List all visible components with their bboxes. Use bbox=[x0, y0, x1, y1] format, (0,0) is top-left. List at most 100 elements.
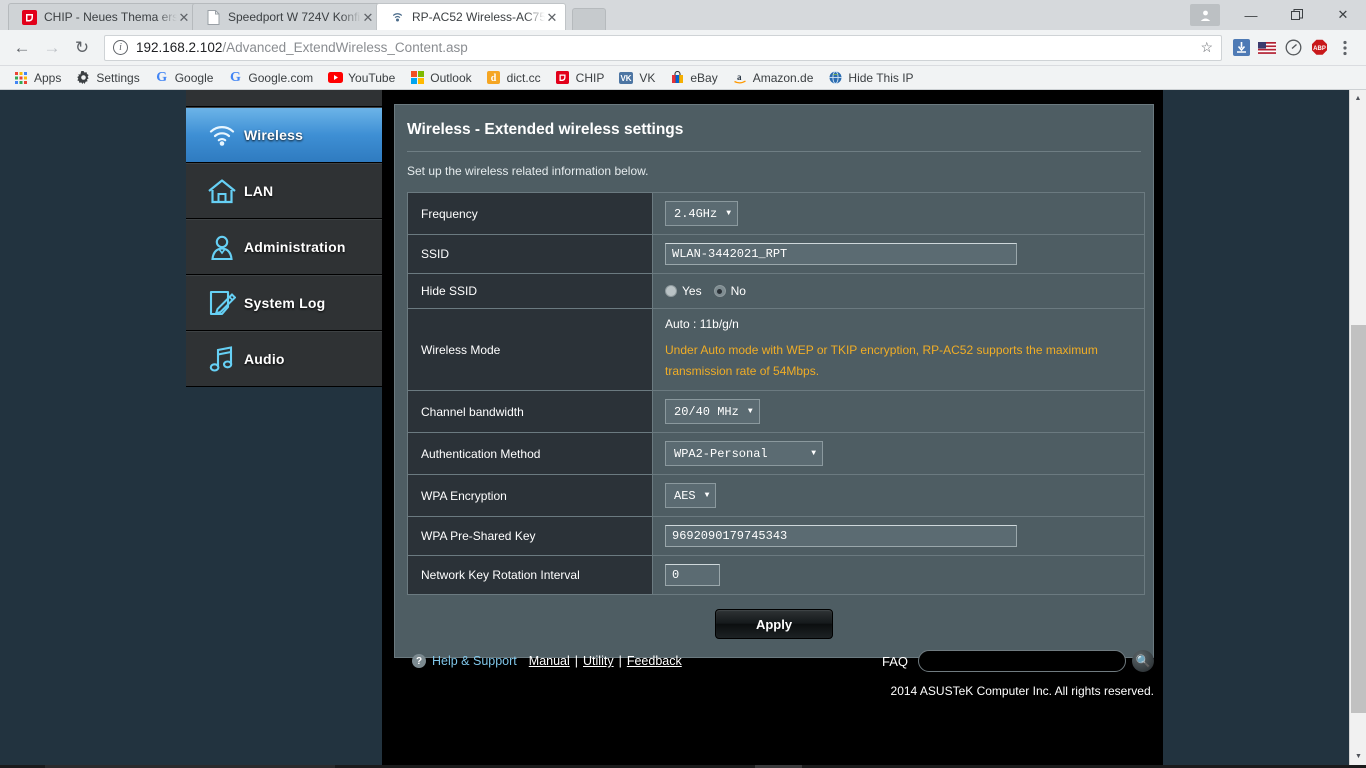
chip-icon bbox=[21, 9, 37, 25]
scrollbar-thumb[interactable] bbox=[1351, 325, 1366, 713]
bookmark-label: eBay bbox=[690, 70, 718, 85]
label-key-rotation: Network Key Rotation Interval bbox=[407, 555, 653, 595]
bookmark-vk[interactable]: VK VK bbox=[611, 67, 662, 89]
vk-icon: VK bbox=[618, 70, 634, 86]
profile-avatar[interactable] bbox=[1190, 4, 1220, 26]
chevron-down-icon: ▼ bbox=[704, 491, 710, 500]
site-info-icon[interactable]: i bbox=[113, 40, 128, 55]
radio-label-yes: Yes bbox=[682, 284, 702, 298]
new-tab-button[interactable] bbox=[572, 8, 606, 30]
scroll-up-icon[interactable]: ▲ bbox=[1350, 90, 1366, 107]
google-g-icon: G bbox=[156, 69, 168, 85]
search-icon[interactable]: 🔍 bbox=[1132, 650, 1154, 672]
bookmark-hide-this-ip[interactable]: Hide This IP bbox=[820, 67, 920, 89]
page-scrollbar[interactable]: ▲ ▼ bbox=[1349, 90, 1366, 765]
svg-text:d: d bbox=[491, 73, 497, 84]
close-icon[interactable]: ✕ bbox=[177, 11, 191, 24]
page-viewport: Wireless LAN Administration System Log A… bbox=[0, 90, 1366, 765]
bookmark-label: Hide This IP bbox=[848, 70, 914, 85]
manual-link[interactable]: Manual bbox=[529, 654, 570, 668]
close-icon[interactable]: ✕ bbox=[545, 11, 559, 24]
close-icon[interactable]: ✕ bbox=[361, 11, 375, 24]
download-icon[interactable] bbox=[1228, 35, 1254, 61]
bookmark-amazon[interactable]: a Amazon.de bbox=[725, 67, 821, 89]
sidebar-item-administration[interactable]: Administration bbox=[186, 219, 382, 275]
footer-separator: | bbox=[574, 654, 579, 668]
router-content-area: Wireless - Extended wireless settings Se… bbox=[382, 90, 1163, 765]
adblock-plus-icon[interactable]: ABP bbox=[1306, 35, 1332, 61]
sidebar-item-partial-above[interactable] bbox=[186, 90, 382, 107]
close-button[interactable]: ✕ bbox=[1320, 0, 1366, 30]
youtube-icon bbox=[327, 70, 343, 86]
bookmark-outlook[interactable]: Outlook bbox=[402, 67, 478, 89]
browser-tab-1[interactable]: Speedport W 724V Konfi ✕ bbox=[192, 3, 382, 30]
bookmark-label: Apps bbox=[34, 70, 62, 85]
browser-tab-label: CHIP - Neues Thema erst bbox=[44, 10, 177, 24]
sidebar-item-wireless[interactable]: Wireless bbox=[186, 107, 396, 163]
flag-us-icon[interactable] bbox=[1254, 35, 1280, 61]
bookmark-star-icon[interactable]: ☆ bbox=[1200, 39, 1213, 56]
bookmark-youtube[interactable]: YouTube bbox=[320, 67, 402, 89]
minimize-button[interactable]: — bbox=[1228, 0, 1274, 30]
frequency-select[interactable]: 2.4GHz ▼ bbox=[665, 201, 739, 226]
label-auth-method: Authentication Method bbox=[407, 432, 653, 475]
bookmark-google[interactable]: G Google bbox=[147, 67, 221, 89]
scroll-down-icon[interactable]: ▼ bbox=[1350, 748, 1366, 765]
browser-tab-0[interactable]: CHIP - Neues Thema erst ✕ bbox=[8, 3, 198, 30]
reload-icon[interactable]: ↻ bbox=[68, 34, 96, 62]
hide-ssid-radio-yes[interactable]: Yes bbox=[665, 284, 702, 298]
label-hide-ssid: Hide SSID bbox=[407, 273, 653, 309]
value-auth-method: WPA2-Personal ▼ bbox=[652, 432, 1145, 475]
channel-bandwidth-select[interactable]: 20/40 MHz ▼ bbox=[665, 399, 760, 424]
bookmark-settings[interactable]: Settings bbox=[68, 67, 146, 89]
bookmark-apps[interactable]: Apps bbox=[6, 67, 68, 89]
bookmark-google-com[interactable]: G Google.com bbox=[220, 67, 320, 89]
sidebar-item-audio[interactable]: Audio bbox=[186, 331, 382, 387]
sidebar-item-lan[interactable]: LAN bbox=[186, 163, 382, 219]
auth-method-select[interactable]: WPA2-Personal ▼ bbox=[665, 441, 823, 466]
label-channel-bandwidth: Channel bandwidth bbox=[407, 390, 653, 433]
faq-search-group: FAQ 🔍 bbox=[882, 650, 1154, 672]
maximize-button[interactable] bbox=[1274, 0, 1320, 30]
amazon-icon: a bbox=[732, 70, 748, 86]
bookmark-chip[interactable]: CHIP bbox=[548, 67, 612, 89]
bookmark-label: YouTube bbox=[348, 70, 396, 85]
sidebar-item-system-log[interactable]: System Log bbox=[186, 275, 382, 331]
dictcc-icon: d bbox=[486, 70, 502, 86]
bookmark-label: VK bbox=[639, 70, 656, 85]
chevron-down-icon: ▼ bbox=[811, 449, 816, 458]
wpa-encryption-select[interactable]: AES ▼ bbox=[665, 483, 717, 508]
bookmark-ebay[interactable]: eBay bbox=[662, 67, 724, 89]
table-row-auth-method: Authentication Method WPA2-Personal ▼ bbox=[407, 432, 1145, 475]
hide-ssid-radio-no[interactable]: No bbox=[713, 284, 746, 298]
label-wireless-mode: Wireless Mode bbox=[407, 308, 653, 391]
window-controls: — ✕ bbox=[1190, 0, 1366, 30]
bookmarks-bar: Apps Settings G Google G Google.com YouT… bbox=[0, 66, 1366, 90]
apply-button[interactable]: Apply bbox=[715, 609, 833, 639]
channel-bandwidth-selected-value: 20/40 MHz bbox=[674, 404, 739, 419]
table-row-channel-bandwidth: Channel bandwidth 20/40 MHz ▼ bbox=[407, 390, 1145, 433]
feedback-link[interactable]: Feedback bbox=[627, 654, 682, 668]
wpa-psk-input[interactable]: 9692090179745343 bbox=[665, 525, 1017, 547]
bookmark-label: dict.cc bbox=[506, 70, 541, 85]
browser-tab-2[interactable]: RP-AC52 Wireless-AC750 ✕ bbox=[376, 3, 566, 30]
key-rotation-input[interactable]: 0 bbox=[665, 564, 720, 586]
browser-tab-label: Speedport W 724V Konfi bbox=[228, 10, 361, 24]
back-icon[interactable]: ← bbox=[8, 34, 36, 62]
help-support-label: Help & Support bbox=[432, 654, 517, 668]
google-g-icon: G bbox=[229, 69, 241, 85]
wireless-mode-value: Auto : 11b/g/n bbox=[665, 317, 739, 331]
address-bar[interactable]: i 192.168.2.102/Advanced_ExtendWireless_… bbox=[104, 34, 1222, 61]
faq-search-input[interactable] bbox=[918, 650, 1126, 672]
sidebar-item-label: System Log bbox=[244, 295, 326, 311]
speedtest-icon[interactable] bbox=[1280, 35, 1306, 61]
value-ssid: WLAN-3442021_RPT bbox=[652, 234, 1145, 274]
ssid-input[interactable]: WLAN-3442021_RPT bbox=[665, 243, 1017, 265]
chrome-menu-icon[interactable] bbox=[1332, 35, 1358, 61]
forward-icon[interactable]: → bbox=[38, 34, 66, 62]
outlook-icon bbox=[409, 70, 425, 86]
svg-text:ABP: ABP bbox=[1313, 46, 1326, 52]
utility-link[interactable]: Utility bbox=[583, 654, 614, 668]
bookmark-dictcc[interactable]: d dict.cc bbox=[479, 67, 548, 89]
gear-icon bbox=[75, 70, 91, 86]
